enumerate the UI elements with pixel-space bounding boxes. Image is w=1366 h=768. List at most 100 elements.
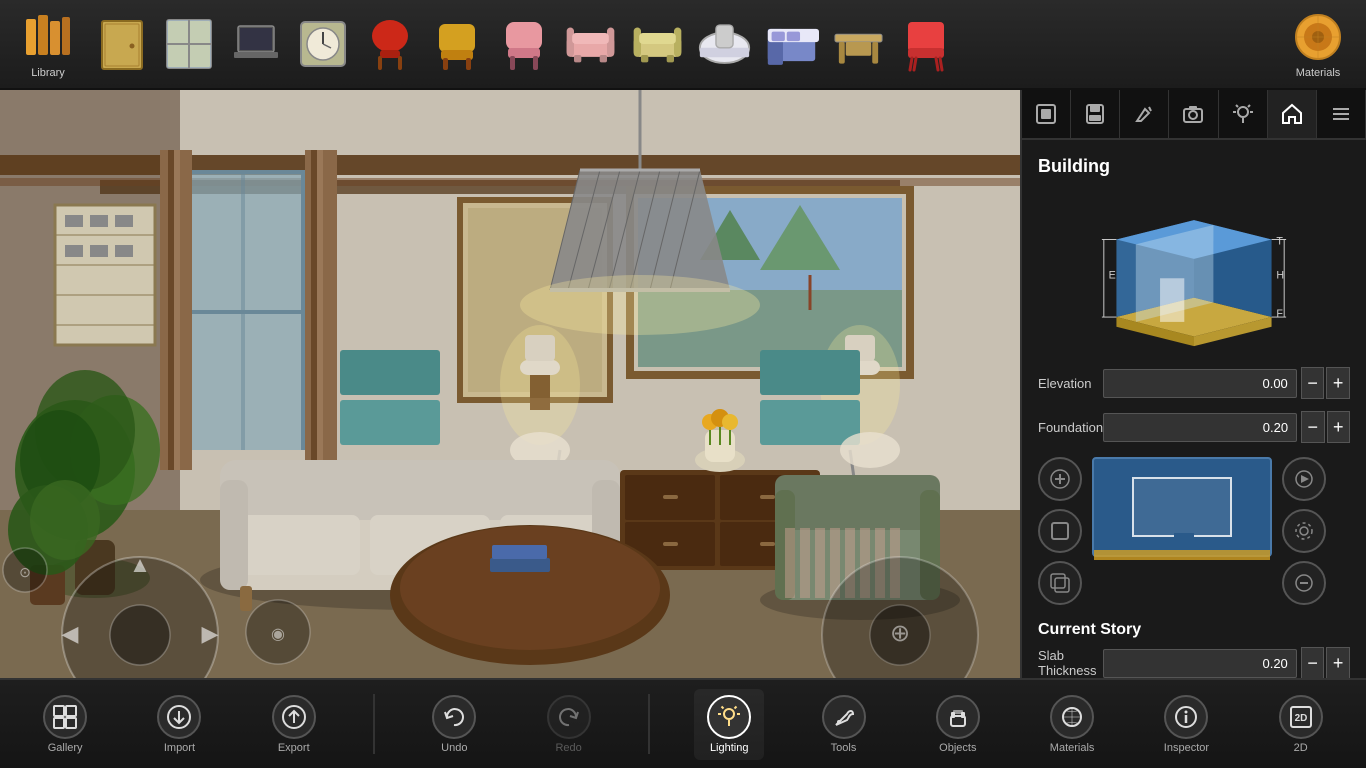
bottom-undo[interactable]: Undo	[419, 689, 489, 760]
render-button[interactable]	[1282, 457, 1326, 501]
export-label: Export	[278, 742, 310, 754]
toolbar-chair-yellow[interactable]	[423, 13, 490, 76]
door-icon	[94, 17, 149, 72]
delete-floor-button[interactable]	[1282, 561, 1326, 605]
chair-red-icon	[362, 17, 417, 72]
tools-label: Tools	[831, 742, 857, 754]
toolbar-clock[interactable]	[289, 13, 356, 76]
floorplan-highlight	[1094, 550, 1270, 560]
bottom-import[interactable]: Import	[144, 689, 214, 760]
tab-list[interactable]	[1317, 90, 1366, 138]
floorplan-inner	[1132, 477, 1232, 537]
toolbar-door[interactable]	[88, 13, 155, 76]
tab-camera[interactable]	[1169, 90, 1218, 138]
toolbar-sofa2[interactable]	[624, 13, 691, 76]
section-title: Building	[1038, 156, 1350, 177]
bottom-materials[interactable]: Materials	[1037, 689, 1107, 760]
redo-label: Redo	[555, 742, 581, 754]
svg-text:T: T	[1276, 235, 1283, 247]
bottom-export[interactable]: Export	[259, 689, 329, 760]
inspector-label: Inspector	[1164, 742, 1209, 754]
view-floor-button[interactable]	[1038, 509, 1082, 553]
svg-text:E: E	[1109, 269, 1116, 281]
objects-icon	[936, 695, 980, 739]
lighting-icon	[707, 695, 751, 739]
foundation-input[interactable]	[1103, 413, 1297, 442]
gallery-label: Gallery	[48, 742, 83, 754]
current-story-title: Current Story	[1038, 621, 1350, 639]
bottom-tools[interactable]: Tools	[809, 689, 879, 760]
elevation-minus-button[interactable]: −	[1301, 367, 1325, 399]
toolbar-sofa[interactable]	[557, 13, 624, 76]
right-icon-buttons	[1282, 457, 1326, 605]
bottom-objects[interactable]: Objects	[923, 689, 993, 760]
slab-thickness-input[interactable]	[1103, 649, 1297, 678]
tab-select[interactable]	[1022, 90, 1071, 138]
bottom-gallery[interactable]: Gallery	[30, 689, 100, 760]
bottom-2d[interactable]: 2D 2D	[1266, 689, 1336, 760]
tab-light[interactable]	[1219, 90, 1268, 138]
svg-text:▲: ▲	[129, 552, 151, 577]
import-icon	[157, 695, 201, 739]
bottom-inspector[interactable]: Inspector	[1151, 689, 1221, 760]
floorplan-door	[1174, 533, 1194, 537]
bottom-lighting[interactable]: Lighting	[694, 689, 764, 760]
foundation-row: Foundation − +	[1038, 411, 1350, 443]
panel-content: Building T H E	[1022, 140, 1366, 678]
settings2-button[interactable]	[1282, 509, 1326, 553]
toolbar-chair-pink[interactable]	[490, 13, 557, 76]
toolbar-tub[interactable]	[691, 13, 758, 76]
lighting-label: Lighting	[710, 742, 749, 754]
tab-save[interactable]	[1071, 90, 1120, 138]
top-toolbar: Library	[0, 0, 1366, 90]
2d-label: 2D	[1294, 742, 1308, 754]
slab-plus-button[interactable]: +	[1326, 647, 1350, 678]
tab-home[interactable]	[1268, 90, 1317, 138]
svg-text:◀: ◀	[62, 621, 79, 646]
bottom-redo[interactable]: Redo	[534, 689, 604, 760]
svg-text:⊙: ⊙	[19, 564, 31, 580]
chair-yellow-icon	[429, 17, 484, 72]
foundation-minus-button[interactable]: −	[1301, 411, 1324, 443]
elevation-label: Elevation	[1038, 376, 1103, 391]
laptop-icon	[228, 17, 283, 72]
divider-2	[648, 694, 650, 754]
sofa-icon	[563, 17, 618, 72]
floorplan-preview[interactable]	[1092, 457, 1272, 557]
elevation-row: Elevation − +	[1038, 367, 1350, 399]
materials-label: Materials	[1296, 67, 1341, 79]
tab-paint[interactable]	[1120, 90, 1169, 138]
left-icon-buttons	[1038, 457, 1082, 605]
undo-label: Undo	[441, 742, 467, 754]
redo-icon	[547, 695, 591, 739]
chair2-icon	[898, 17, 953, 72]
toolbar-library[interactable]: Library	[8, 6, 88, 83]
svg-text:▶: ▶	[202, 621, 219, 646]
toolbar-bed[interactable]	[758, 13, 825, 76]
slab-minus-button[interactable]: −	[1301, 647, 1325, 678]
elevation-plus-button[interactable]: +	[1326, 367, 1350, 399]
toolbar-table[interactable]	[825, 13, 892, 76]
inspector-icon	[1164, 695, 1208, 739]
divider-1	[373, 694, 375, 754]
slab-thickness-row: Slab Thickness − +	[1038, 647, 1350, 678]
toolbar-chair-red[interactable]	[356, 13, 423, 76]
toolbar-materials[interactable]: Materials	[1278, 6, 1358, 83]
add-floor-button[interactable]	[1038, 457, 1082, 501]
library-label: Library	[31, 67, 65, 79]
toolbar-window[interactable]	[155, 13, 222, 76]
panel-tabs	[1022, 90, 1366, 140]
toolbar-chair2[interactable]	[892, 13, 959, 76]
3d-viewport[interactable]: ▲ ▼ ◀ ▶ ◉ ⊕ ⊙	[0, 90, 1020, 678]
window-icon	[161, 17, 216, 72]
elevation-input[interactable]	[1103, 369, 1297, 398]
clock-icon	[295, 17, 350, 72]
foundation-plus-button[interactable]: +	[1327, 411, 1350, 443]
objects-label: Objects	[939, 742, 976, 754]
toolbar-laptop[interactable]	[222, 13, 289, 76]
copy-floor-button[interactable]	[1038, 561, 1082, 605]
table-icon	[831, 17, 886, 72]
bed-icon	[764, 17, 819, 72]
foundation-label: Foundation	[1038, 420, 1103, 435]
building-diagram: T H E F	[1038, 191, 1350, 351]
